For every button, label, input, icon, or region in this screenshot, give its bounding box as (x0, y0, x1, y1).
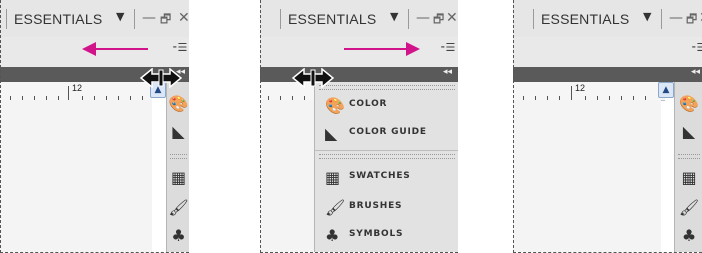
application-bar: ESSENTIALS ▼ — 🗗 ✕ (0, 0, 189, 38)
artboard-canvas[interactable] (0, 100, 152, 252)
restore-button[interactable]: 🗗 (433, 10, 444, 31)
chevron-down-icon[interactable]: ▼ (390, 10, 398, 23)
color-palette-icon: 🎨 (325, 96, 345, 115)
dock-grip[interactable] (678, 154, 700, 159)
artboard-canvas[interactable] (513, 100, 661, 252)
symbols-icon[interactable]: ♣ (675, 226, 702, 245)
workspace-switcher[interactable]: ESSENTIALS (14, 11, 102, 27)
panel-label: COLOR GUIDE (349, 127, 427, 137)
panel-dock-header[interactable]: ◂◂ (260, 67, 458, 82)
close-button[interactable]: ✕ (446, 10, 458, 26)
minimize-button[interactable]: — (142, 10, 156, 26)
frame-expanded: ESSENTIALS ▼ — 🗗 ✕ ⁃☰ ◂◂ 🎨 COLOR ◣ COLOR… (260, 0, 458, 253)
separator (280, 9, 281, 29)
symbols-icon[interactable]: ♣ (167, 226, 189, 245)
brushes-icon: 🖌 (325, 198, 346, 217)
panel-tab-color[interactable]: 🎨 COLOR (315, 92, 458, 118)
separator (533, 9, 534, 29)
ruler-tick (571, 86, 572, 100)
scroll-up-button[interactable]: ▲ (658, 82, 674, 98)
color-guide-icon: ◣ (325, 124, 338, 143)
swatches-icon[interactable]: ▦ (167, 168, 189, 187)
close-button[interactable]: ✕ (178, 10, 189, 26)
minimize-button[interactable]: — (669, 10, 683, 26)
panel-menu-icon[interactable]: ⁃☰ (172, 41, 187, 54)
panel-tab-brushes[interactable]: 🖌 BRUSHES (315, 194, 458, 220)
panel-tab-color-guide[interactable]: ◣ COLOR GUIDE (315, 120, 458, 146)
horizontal-ruler: 12 (513, 82, 665, 101)
application-bar: ESSENTIALS ▼ — 🗗 ✕ (260, 0, 458, 38)
panel-menu-icon[interactable]: ⁃☰ (440, 41, 455, 54)
brushes-icon[interactable]: 🖌 (675, 198, 702, 217)
collapsed-panel-dock: 🎨 ◣ ▦ 🖌 ♣ (674, 82, 702, 252)
right-arrow-icon (344, 42, 420, 56)
ruler-tick (68, 86, 69, 100)
collapse-icon[interactable]: ◂◂ (443, 67, 452, 77)
chevron-down-icon[interactable]: ▼ (643, 10, 651, 23)
restore-button[interactable]: 🗗 (160, 10, 171, 31)
resize-cursor-icon (292, 68, 334, 88)
ruler-label: 12 (575, 83, 586, 93)
separator (6, 9, 7, 29)
separator (661, 9, 662, 29)
dock-grip[interactable] (170, 154, 187, 159)
chevron-down-icon[interactable]: ▼ (116, 10, 124, 23)
panel-label: SYMBOLS (349, 229, 404, 239)
panel-tab-swatches[interactable]: ▦ SWATCHES (315, 164, 458, 190)
panel-label: COLOR (349, 99, 388, 109)
panel-label: BRUSHES (349, 201, 403, 211)
frame-edge (0, 0, 1, 253)
dock-grip[interactable] (319, 154, 455, 159)
frame-collapsed-dragging: ESSENTIALS ▼ — 🗗 ✕ ⁃☰ ◂◂ 12 ▲ 🎨 ◣ ▦ 🖌 ♣ (0, 0, 189, 253)
separator (408, 9, 409, 29)
separator (134, 9, 135, 29)
brushes-icon[interactable]: 🖌 (167, 198, 189, 217)
swatches-icon: ▦ (325, 168, 341, 187)
workspace-switcher[interactable]: ESSENTIALS (541, 11, 629, 27)
frame-collapsed-result: ESSENTIALS ▼ — 🗗 ✕ ⁃☰ ◂◂ 12 ▲ 🎨 ◣ ▦ 🖌 ♣ (513, 0, 702, 253)
expanded-panel-dock: 🎨 COLOR ◣ COLOR GUIDE ▦ SWATCHES 🖌 BRUSH… (314, 82, 458, 252)
panel-options-row: ⁃☰ (513, 37, 702, 68)
color-palette-icon[interactable]: 🎨 (167, 94, 189, 113)
minimize-button[interactable]: — (416, 10, 430, 26)
panel-tab-symbols[interactable]: ♣ SYMBOLS (315, 222, 458, 248)
color-palette-icon[interactable]: 🎨 (675, 94, 702, 113)
panel-menu-icon[interactable]: ⁃☰ (691, 41, 702, 54)
dock-grip[interactable] (319, 85, 455, 90)
frame-edge (260, 0, 261, 253)
restore-button[interactable]: 🗗 (686, 10, 697, 31)
horizontal-ruler: 12 (0, 82, 152, 101)
divider (315, 150, 458, 151)
collapse-icon[interactable]: ◂◂ (691, 67, 700, 77)
artboard-canvas[interactable] (260, 100, 314, 252)
ruler-label: 12 (72, 83, 83, 93)
resize-cursor-icon (140, 68, 182, 88)
frame-edge (513, 0, 514, 253)
symbols-icon: ♣ (325, 226, 340, 245)
collapsed-panel-dock: 🎨 ◣ ▦ 🖌 ♣ (166, 82, 189, 252)
panel-label: SWATCHES (349, 171, 411, 181)
color-guide-icon[interactable]: ◣ (167, 122, 189, 141)
panel-dock-header[interactable]: ◂◂ (513, 67, 702, 82)
color-guide-icon[interactable]: ◣ (675, 122, 702, 141)
workspace-switcher[interactable]: ESSENTIALS (288, 11, 376, 27)
swatches-icon[interactable]: ▦ (675, 168, 702, 187)
application-bar: ESSENTIALS ▼ — 🗗 ✕ (513, 0, 702, 38)
left-arrow-icon (82, 42, 148, 56)
